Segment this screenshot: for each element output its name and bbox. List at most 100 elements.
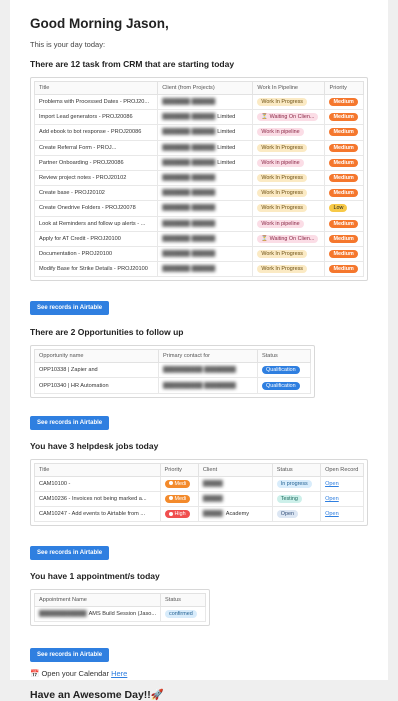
task-priority: Medium (324, 230, 364, 247)
open-record-link[interactable]: Open (325, 511, 339, 517)
task-client: ███████ ██████ (157, 169, 254, 187)
task-pipeline: Work in pipeline (252, 124, 326, 141)
calendar-line: 📅 Open your Calendar Here (30, 669, 368, 678)
helpdesk-title: CAM10247 - Add events to Airtable from .… (34, 505, 161, 523)
priority-badge: Medium (329, 158, 358, 167)
status-badge: Open (276, 510, 298, 519)
priority-badge: Medium (329, 189, 358, 198)
helpdesk-open: Open (320, 505, 364, 523)
task-client-redacted: ███████ ██████ (162, 220, 216, 227)
open-record-link[interactable]: Open (325, 496, 339, 502)
tasks-heading-post: task from CRM that are starting today (80, 59, 235, 69)
table-row: OPP10340 | HR Automation ██████████ █████… (34, 377, 311, 394)
task-client: ███████ ██████ (157, 200, 254, 217)
task-title: Documentation - PROJ20100 (33, 245, 159, 263)
task-client-redacted: ███████ ██████ (162, 235, 216, 242)
tasks-airtable-button[interactable]: See records in Airtable (30, 301, 110, 316)
helpdesk-client: █████ (197, 475, 273, 492)
task-client-redacted: ███████ ██████ (162, 159, 216, 166)
table-row: Apply for AT Credit - PROJ20100 ███████ █… (33, 230, 364, 247)
table-row: Review project notes - PROJ20102 ███████ … (33, 169, 364, 187)
pipeline-badge: Work In Progress (257, 98, 307, 107)
table-row: Add ebook to bot response - PROJ20086 ███… (33, 124, 364, 141)
task-client-redacted: ███████ ██████ (162, 205, 216, 212)
priority-badge: Medium (329, 234, 358, 243)
task-priority: Medium (324, 124, 364, 141)
priority-badge: Medium (329, 174, 358, 183)
helpdesk-priority: Medi (159, 490, 199, 508)
calendar-text: Open your Calendar (41, 669, 109, 679)
task-pipeline: Work In Progress (252, 93, 326, 111)
pipeline-badge: Work in pipeline (257, 219, 304, 228)
task-title: Look at Reminders and follow up alerts -… (33, 215, 159, 232)
col-hd-title: Title (34, 462, 161, 477)
tasks-heading: There are 12 task from CRM that are star… (30, 59, 368, 69)
subtitle: This is your day today: (30, 40, 106, 49)
task-pipeline: Work In Progress (252, 185, 326, 202)
priority-badge: Medium (329, 143, 358, 152)
opps-airtable-button[interactable]: See records in Airtable (30, 415, 110, 430)
table-row: Create base - PROJ20102 ███████ ██████ Wor… (33, 185, 364, 202)
opp-status: Qualification (257, 377, 311, 394)
table-row: CAM10100 - Medi █████ In progress Open (34, 475, 364, 492)
appointments-table: Appointment Name Status ████████████ AMS … (33, 593, 207, 623)
priority-dot-icon (168, 511, 173, 516)
pipeline-badge: Work in pipeline (257, 158, 304, 167)
pipeline-badge: Work In Progress (257, 249, 307, 258)
col-pipeline: Work In Pipeline (252, 81, 326, 95)
task-client: ███████ ██████ (157, 93, 254, 111)
priority-label: Medi (174, 480, 187, 487)
task-client: ███████ ██████ (157, 261, 254, 278)
status-badge: Qualification (262, 366, 300, 375)
priority-label: High (174, 511, 186, 518)
opps-header-row: Opportunity name Primary contact for Sta… (34, 349, 311, 364)
calendar-link[interactable]: Here (111, 669, 127, 678)
tasks-table: Title Client (from Projects) Work In Pip… (33, 81, 364, 278)
task-client: ███████ ██████ (157, 245, 254, 263)
priority-badge: Medium (329, 219, 358, 228)
helpdesk-title: CAM10236 - Invoices not being marked a..… (34, 490, 161, 508)
appointment-name-redacted: ████████████ (39, 611, 87, 618)
priority-badge: Medium (329, 249, 358, 258)
table-row: Problems with Processed Dates - PROJ20..… (33, 93, 364, 111)
priority-badge: High (164, 510, 190, 519)
task-title: Create Onedrive Folders - PROJ20078 (33, 200, 159, 217)
task-client-redacted: ███████ ██████ (162, 266, 216, 273)
helpdesk-status: In progress (271, 475, 322, 492)
task-pipeline: Work In Progress (252, 139, 326, 156)
task-title: Create base - PROJ20102 (33, 185, 159, 202)
opp-contact-redacted: ██████████ ████████ (163, 367, 236, 374)
appointments-airtable-button[interactable]: See records in Airtable (30, 648, 110, 663)
status-badge: confirmed (165, 610, 197, 619)
col-appt-name: Appointment Name (33, 593, 162, 608)
tasks-header-row: Title Client (from Projects) Work In Pip… (33, 81, 364, 95)
calendar-icon: 📅 (30, 669, 40, 679)
pipeline-badge: Work In Progress (257, 143, 307, 152)
task-title: Review project notes - PROJ20102 (33, 169, 159, 187)
col-contact: Primary contact for (158, 349, 258, 364)
col-hd-status: Status (271, 462, 322, 477)
table-row: Import Lead generators - PROJ20086 ██████… (33, 109, 364, 126)
table-row: Look at Reminders and follow up alerts -… (33, 215, 364, 232)
task-priority: Medium (324, 185, 364, 202)
helpdesk-airtable-button[interactable]: See records in Airtable (30, 546, 110, 561)
opps-table: Opportunity name Primary contact for Sta… (34, 349, 311, 394)
col-title: Title (33, 81, 159, 95)
helpdesk-client: █████ (197, 490, 273, 508)
task-pipeline: ⏳ Waiting On Clien... (252, 230, 326, 247)
task-priority: Medium (324, 139, 364, 156)
table-row: ████████████ AMS Build Session (Jaso... co… (33, 606, 207, 623)
task-client: ███████ ██████ Limited (157, 124, 254, 141)
task-client-redacted: ███████ ██████ (162, 144, 216, 151)
open-record-link[interactable]: Open (325, 481, 339, 487)
helpdesk-client-redacted: █████ (202, 511, 223, 518)
col-hd-client: Client (197, 462, 273, 477)
col-opp-status: Status (257, 349, 311, 364)
priority-badge: Medium (329, 113, 358, 122)
pipeline-badge: Work In Progress (257, 204, 307, 213)
task-client-redacted: ███████ ██████ (162, 129, 216, 136)
priority-badge: Medium (329, 265, 358, 274)
opp-contact: ██████████ ████████ (158, 377, 258, 394)
helpdesk-heading: You have 3 helpdesk jobs today (30, 440, 159, 451)
pipeline-badge: Work In Progress (257, 174, 307, 183)
